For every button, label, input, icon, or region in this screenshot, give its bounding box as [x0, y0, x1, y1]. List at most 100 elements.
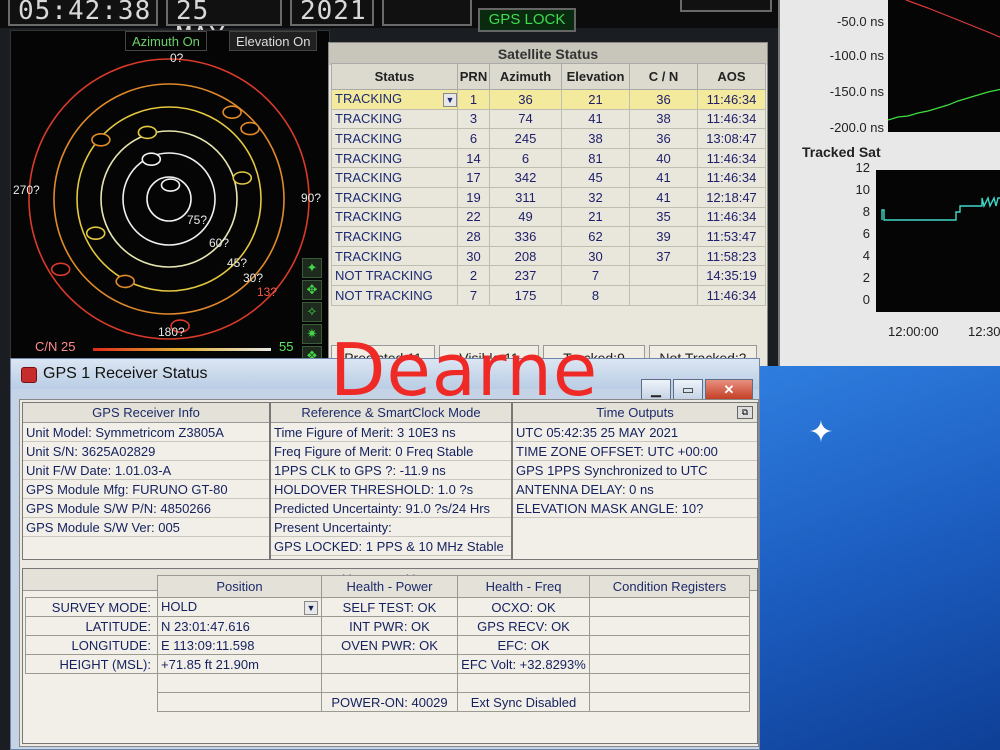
receiver-info-row: Unit F/W Date: 1.01.03-A	[23, 461, 269, 480]
oven-pwr-status: OVEN PWR: OK	[321, 635, 458, 655]
tracked-y-tick: 2	[862, 270, 870, 285]
desktop-background: ✦	[740, 366, 1000, 750]
table-cell: 6	[489, 147, 562, 169]
table-row[interactable]: TRACKING 17 342 45 41 11:46:34	[331, 167, 766, 188]
table-row[interactable]: TRACKING ▼ 1 36 21 36 11:46:34	[331, 89, 766, 110]
satellite-marker[interactable]	[141, 152, 162, 166]
table-cell: 336	[489, 226, 562, 247]
receiver-info-row: GPS Module S/W Ver: 005	[23, 518, 269, 537]
satellite-marker[interactable]	[85, 226, 106, 240]
condition-cell	[589, 692, 750, 712]
table-cell: 36	[489, 89, 562, 110]
pan-icon[interactable]: ✧	[302, 302, 322, 322]
table-cell: 11:53:47	[697, 226, 766, 247]
col-position: Position	[157, 575, 322, 598]
table-cell: 11:46:34	[697, 147, 766, 169]
table-row[interactable]: NOT TRACKING 2 237 7 14:35:19	[331, 265, 766, 286]
satellite-marker[interactable]	[240, 121, 260, 136]
satellite-marker[interactable]	[222, 105, 242, 119]
table-cell: 32	[561, 186, 630, 208]
ns-plot-area	[887, 0, 1000, 132]
height-label: HEIGHT (MSL):	[25, 654, 158, 674]
table-row[interactable]: TRACKING 22 49 21 35 11:46:34	[331, 206, 766, 228]
power-on-count: POWER-ON: 40029	[321, 692, 458, 712]
close-button[interactable]: ✕	[705, 379, 753, 401]
ring-label-45: 45?	[227, 256, 248, 270]
table-cell: 38	[561, 128, 630, 149]
ns-label-100: -100.0 ns	[829, 48, 884, 63]
table-cell: TRACKING	[331, 206, 458, 228]
latitude-label: LATITUDE:	[25, 616, 158, 636]
satellite-marker[interactable]	[137, 125, 158, 140]
time-output-row: UTC 05:42:35 25 MAY 2021	[513, 423, 757, 442]
col-health-power: Health - Power	[321, 575, 458, 598]
chevron-down-icon[interactable]: ▼	[443, 93, 457, 108]
table-row[interactable]: TRACKING 3 74 41 38 11:46:34	[331, 108, 766, 130]
tracked-y-tick: 6	[862, 226, 870, 241]
popout-icon[interactable]: ⧉	[737, 406, 753, 419]
satellite-marker[interactable]	[232, 171, 253, 185]
table-cell: 7	[457, 284, 490, 306]
table-row[interactable]: NOT TRACKING 7 175 8 11:46:34	[331, 284, 766, 306]
table-cell: NOT TRACKING	[331, 284, 458, 306]
reference-row: Time Figure of Merit: 3 10E3 ns	[271, 423, 511, 442]
table-row[interactable]: TRACKING 6 245 38 36 13:08:47	[331, 128, 766, 149]
table-cell: TRACKING	[331, 108, 458, 130]
move-icon[interactable]: ✥	[302, 280, 322, 300]
longitude-value: E 113:09:11.598	[157, 635, 322, 655]
ring-60	[122, 152, 216, 246]
table-cell: 11:46:34	[697, 284, 766, 306]
table-row[interactable]: TRACKING 28 336 62 39 11:53:47	[331, 226, 766, 247]
table-cell: 62	[561, 226, 630, 247]
reference-row: GPS LOCKED: 1 PPS & 10 MHz Stable	[271, 537, 511, 556]
tracked-y-tick: 4	[862, 248, 870, 263]
table-row[interactable]: TRACKING 19 311 32 41 12:18:47	[331, 186, 766, 208]
status-box	[382, 0, 472, 26]
table-cell: 28	[457, 226, 490, 247]
survey-mode-select[interactable]: HOLD ▼	[157, 597, 322, 617]
plot-tool-icons: ✦ ✥ ✧ ✷ ❖	[302, 258, 324, 368]
minimize-button[interactable]: ▁	[641, 379, 671, 401]
tracked-plot	[881, 195, 1000, 221]
table-cell: 11:46:34	[697, 108, 766, 130]
table-cell: 245	[489, 128, 562, 149]
reference-panel: Reference & SmartClock Mode Time Figure …	[270, 402, 512, 560]
satellite-marker[interactable]	[115, 274, 135, 289]
ns-label-200: -200.0 ns	[829, 120, 884, 135]
table-cell: 21	[561, 89, 630, 110]
time-output-row: ELEVATION MASK ANGLE: 10?	[513, 499, 757, 518]
condition-cell	[589, 654, 750, 674]
empty-cell	[157, 692, 322, 712]
satellite-marker[interactable]	[91, 133, 111, 147]
clock-time: 05:42:38	[8, 0, 158, 26]
table-cell[interactable]: TRACKING ▼	[331, 89, 458, 110]
table-cell: 11:46:34	[697, 167, 766, 188]
ring-label-60: 60?	[209, 236, 230, 250]
col-condition-registers: Condition Registers	[589, 575, 750, 598]
chevron-down-icon[interactable]: ▼	[304, 601, 318, 615]
reference-row: HOLDOVER THRESHOLD: 1.0 ?s	[271, 480, 511, 499]
efc-status: EFC: OK	[457, 635, 590, 655]
col-prn: PRN	[457, 63, 490, 90]
cn-max-label: 55	[279, 339, 294, 354]
table-cell: 22	[457, 206, 490, 228]
satellite-marker[interactable]	[160, 178, 181, 192]
receiver-info-panel: GPS Receiver Info Unit Model: Symmetrico…	[22, 402, 270, 560]
sky-plot	[28, 58, 310, 340]
table-cell: TRACKING	[331, 186, 458, 208]
top-status-bar: 05:42:38 25 MAY 2021 GPS LOCK	[0, 0, 780, 50]
table-cell: 14:35:19	[697, 265, 766, 286]
table-cell: 41	[629, 186, 698, 208]
maximize-button[interactable]: ▭	[673, 379, 703, 401]
star-icon[interactable]: ✷	[302, 324, 322, 344]
table-row[interactable]: TRACKING 30 208 30 37 11:58:23	[331, 245, 766, 267]
satellite-marker[interactable]	[50, 262, 71, 277]
tracked-x-1: 12:30	[968, 324, 1000, 339]
crosshair-icon[interactable]: ✦	[302, 258, 322, 278]
table-cell: 208	[489, 245, 562, 267]
tracked-x-0: 12:00:00	[888, 324, 939, 339]
table-cell: 41	[629, 167, 698, 188]
table-row[interactable]: TRACKING 14 6 81 40 11:46:34	[331, 147, 766, 169]
table-cell	[629, 265, 698, 286]
table-cell: 14	[457, 147, 490, 169]
